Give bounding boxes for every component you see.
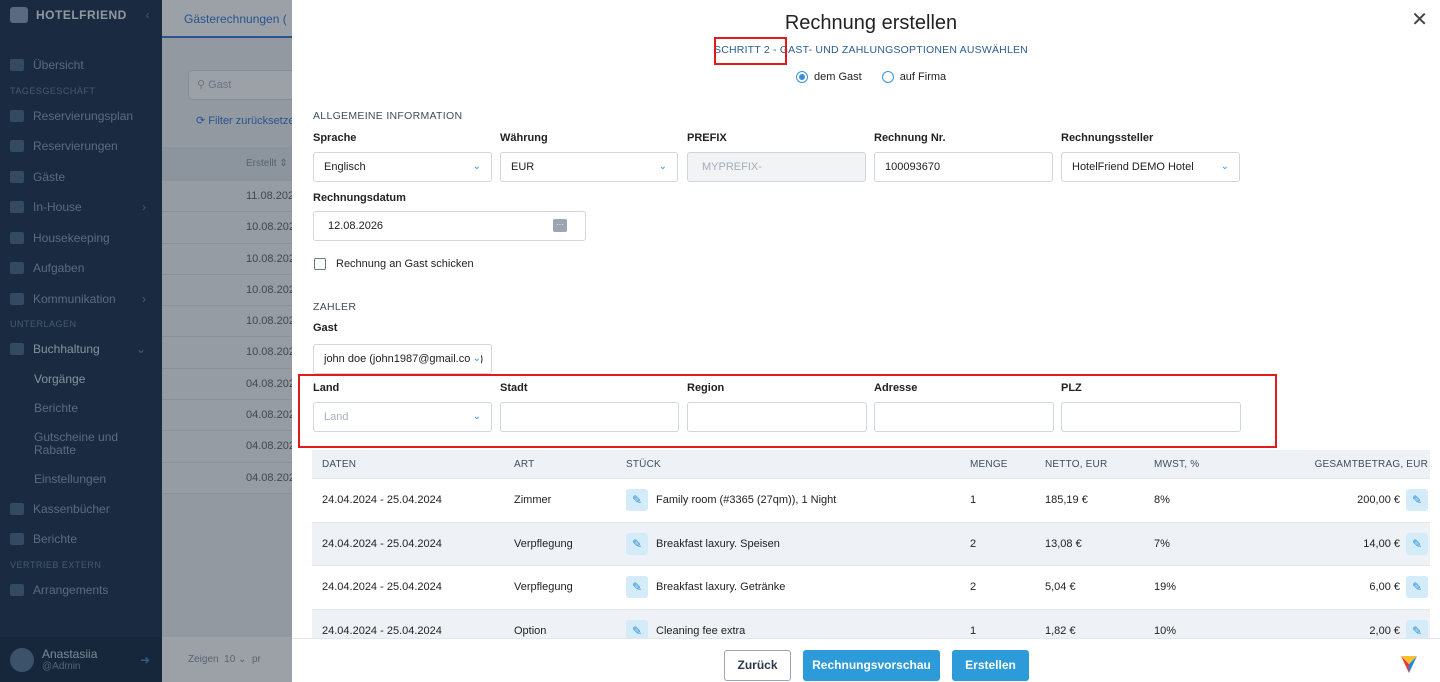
chevron-down-icon: ⌄ <box>470 345 481 373</box>
chevron-down-icon: ⌄ <box>472 161 481 172</box>
invoice-preview-button[interactable]: Rechnungsvorschau <box>803 650 940 681</box>
city-input[interactable] <box>500 402 679 432</box>
prefix-field: MYPREFIX- <box>687 152 866 182</box>
col-dates: DATEN <box>322 458 357 470</box>
calendar-icon[interactable]: ··· <box>553 219 567 232</box>
radio-checked-icon <box>796 71 808 83</box>
col-type: ART <box>514 458 535 470</box>
yii-logo-icon <box>1401 656 1417 673</box>
language-label: Sprache <box>313 132 357 144</box>
guest-select[interactable]: john doe (john1987@gmail.com) ⌄ <box>313 344 492 374</box>
country-select[interactable]: Land ⌄ <box>313 402 492 432</box>
radio-guest[interactable]: dem Gast <box>796 71 862 83</box>
invoice-number-label: Rechnung Nr. <box>874 132 946 144</box>
invoice-date-label: Rechnungsdatum <box>313 192 406 204</box>
back-button[interactable]: Zurück <box>724 650 791 681</box>
table-row: 24.04.2024 - 25.04.2024 Verpflegung ✎ Bre… <box>312 566 1430 610</box>
chevron-down-icon: ⌄ <box>1220 161 1229 172</box>
invoice-date-field[interactable]: 12.08.2026 ··· <box>313 211 586 241</box>
prefix-label: PREFIX <box>687 132 727 144</box>
zip-label: PLZ <box>1061 382 1082 394</box>
edit-pencil-icon[interactable]: ✎ <box>626 532 648 555</box>
table-header: DATEN ART STÜCK MENGE NETTO, EUR MWST, %… <box>312 450 1430 479</box>
step-indicator: SCHRITT 2 - GAST- UND ZAHLUNGSOPTIONEN A… <box>714 44 1028 56</box>
currency-select[interactable]: EUR ⌄ <box>500 152 678 182</box>
chevron-down-icon: ⌄ <box>658 161 667 172</box>
currency-label: Währung <box>500 132 548 144</box>
region-label: Region <box>687 382 725 394</box>
guest-label: Gast <box>313 322 338 334</box>
issuer-select[interactable]: HotelFriend DEMO Hotel ⌄ <box>1061 152 1240 182</box>
col-qty: MENGE <box>970 458 1008 470</box>
table-row: 24.04.2024 - 25.04.2024 Zimmer ✎ Family r… <box>312 479 1430 523</box>
col-total: GESAMTBETRAG, EUR <box>1314 458 1428 470</box>
address-label: Adresse <box>874 382 918 394</box>
country-label: Land <box>313 382 340 394</box>
col-item: STÜCK <box>626 458 661 470</box>
modal-footer: Zurück Rechnungsvorschau Erstellen <box>292 638 1440 682</box>
invoice-number-field[interactable]: 100093670 <box>874 152 1053 182</box>
payer-heading: ZAHLER <box>313 301 357 313</box>
edit-pencil-icon[interactable]: ✎ <box>1406 576 1428 599</box>
city-label: Stadt <box>500 382 528 394</box>
edit-pencil-icon[interactable]: ✎ <box>1406 489 1428 512</box>
create-invoice-modal: ✕ Rechnung erstellen SCHRITT 2 - GAST- U… <box>292 0 1440 682</box>
zip-input[interactable] <box>1061 402 1241 432</box>
general-info-heading: ALLGEMEINE INFORMATION <box>313 110 463 122</box>
edit-pencil-icon[interactable]: ✎ <box>626 489 648 512</box>
language-select[interactable]: Englisch ⌄ <box>313 152 492 182</box>
chevron-down-icon: ⌄ <box>472 411 481 422</box>
invoice-items-table: DATEN ART STÜCK MENGE NETTO, EUR MWST, %… <box>312 450 1430 653</box>
create-button[interactable]: Erstellen <box>952 650 1029 681</box>
col-vat: MWST, % <box>1154 458 1200 470</box>
radio-company[interactable]: auf Firma <box>881 71 946 83</box>
edit-pencil-icon[interactable]: ✎ <box>626 576 648 599</box>
radio-unchecked-icon <box>881 71 894 83</box>
col-net: NETTO, EUR <box>1045 458 1108 470</box>
issuer-label: Rechnungssteller <box>1061 132 1154 144</box>
payer-type-radio-group: dem Gast auf Firma <box>796 71 946 83</box>
region-input[interactable] <box>687 402 867 432</box>
send-to-guest-checkbox[interactable] <box>314 258 326 270</box>
step-highlight-box <box>714 37 787 65</box>
send-to-guest-label: Rechnung an Gast schicken <box>336 258 474 270</box>
edit-pencil-icon[interactable]: ✎ <box>1406 532 1428 555</box>
modal-overlay <box>0 0 292 682</box>
address-input[interactable] <box>874 402 1054 432</box>
table-row: 24.04.2024 - 25.04.2024 Verpflegung ✎ Bre… <box>312 522 1430 566</box>
modal-title: Rechnung erstellen <box>784 12 958 34</box>
